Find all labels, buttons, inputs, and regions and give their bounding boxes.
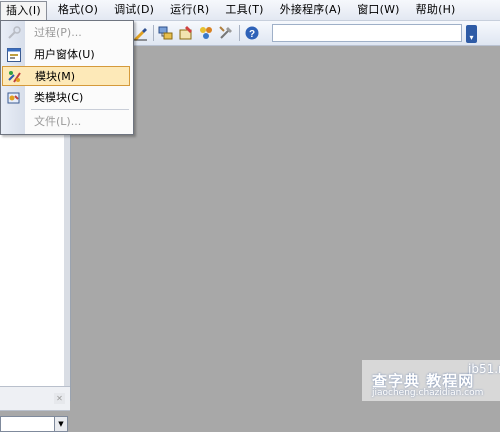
toolbar-position-field xyxy=(272,24,462,42)
menu-separator xyxy=(31,109,129,110)
close-icon[interactable]: ✕ xyxy=(54,393,65,404)
properties-window-titlebar: ✕ xyxy=(0,386,70,411)
toolbox-icon[interactable] xyxy=(218,25,234,41)
menu-format[interactable]: 格式(O) xyxy=(53,1,103,19)
menu-tools[interactable]: 工具(T) xyxy=(220,1,268,19)
menu-insert[interactable]: 插入(I) xyxy=(0,0,47,21)
properties-icon[interactable] xyxy=(178,25,194,41)
object-browser-icon[interactable] xyxy=(198,25,214,41)
menu-item-label: 模块(M) xyxy=(35,70,76,83)
class-module-icon xyxy=(6,90,22,106)
menu-item-procedure[interactable]: 过程(P)... xyxy=(2,23,130,43)
svg-text:?: ? xyxy=(249,29,255,40)
menu-help[interactable]: 帮助(H) xyxy=(411,1,461,19)
menu-item-label: 用户窗体(U) xyxy=(34,48,95,61)
menu-item-class-module[interactable]: 类模块(C) xyxy=(2,88,130,108)
toolbar-separator xyxy=(239,25,240,41)
menu-item-file[interactable]: 文件(L)... xyxy=(2,112,130,132)
menu-item-module[interactable]: 模块(M) xyxy=(2,66,130,86)
userform-icon xyxy=(6,47,22,63)
menu-item-label: 过程(P)... xyxy=(34,26,82,39)
insert-menu-dropdown: 过程(P)... 用户窗体(U) 模块(M) 类模块(C) 文件(L)... xyxy=(0,20,134,135)
menu-run[interactable]: 运行(R) xyxy=(165,1,214,19)
properties-object-dropdown[interactable]: ▼ xyxy=(0,416,68,432)
toolbar-icon-group: ? xyxy=(132,24,264,42)
toolbar-separator xyxy=(153,25,154,41)
menu-item-label: 文件(L)... xyxy=(34,115,82,128)
module-icon xyxy=(7,69,23,85)
design-mode-icon[interactable] xyxy=(132,25,148,41)
menu-item-label: 类模块(C) xyxy=(34,91,84,104)
toolbar-options-chevron[interactable]: ▾ xyxy=(466,25,477,43)
chevron-down-icon[interactable]: ▼ xyxy=(54,417,67,431)
help-icon[interactable]: ? xyxy=(244,25,260,41)
menu-item-userform[interactable]: 用户窗体(U) xyxy=(2,45,130,65)
project-explorer-icon[interactable] xyxy=(158,25,174,41)
menu-debug[interactable]: 调试(D) xyxy=(109,1,159,19)
watermark-text: jiaocheng.chazidian.com xyxy=(372,388,484,398)
procedure-icon xyxy=(6,25,22,41)
menu-addins[interactable]: 外接程序(A) xyxy=(275,1,347,19)
menu-window[interactable]: 窗口(W) xyxy=(352,1,404,19)
menu-bar: 插入(I) 格式(O) 调试(D) 运行(R) 工具(T) 外接程序(A) 窗口… xyxy=(0,0,500,21)
